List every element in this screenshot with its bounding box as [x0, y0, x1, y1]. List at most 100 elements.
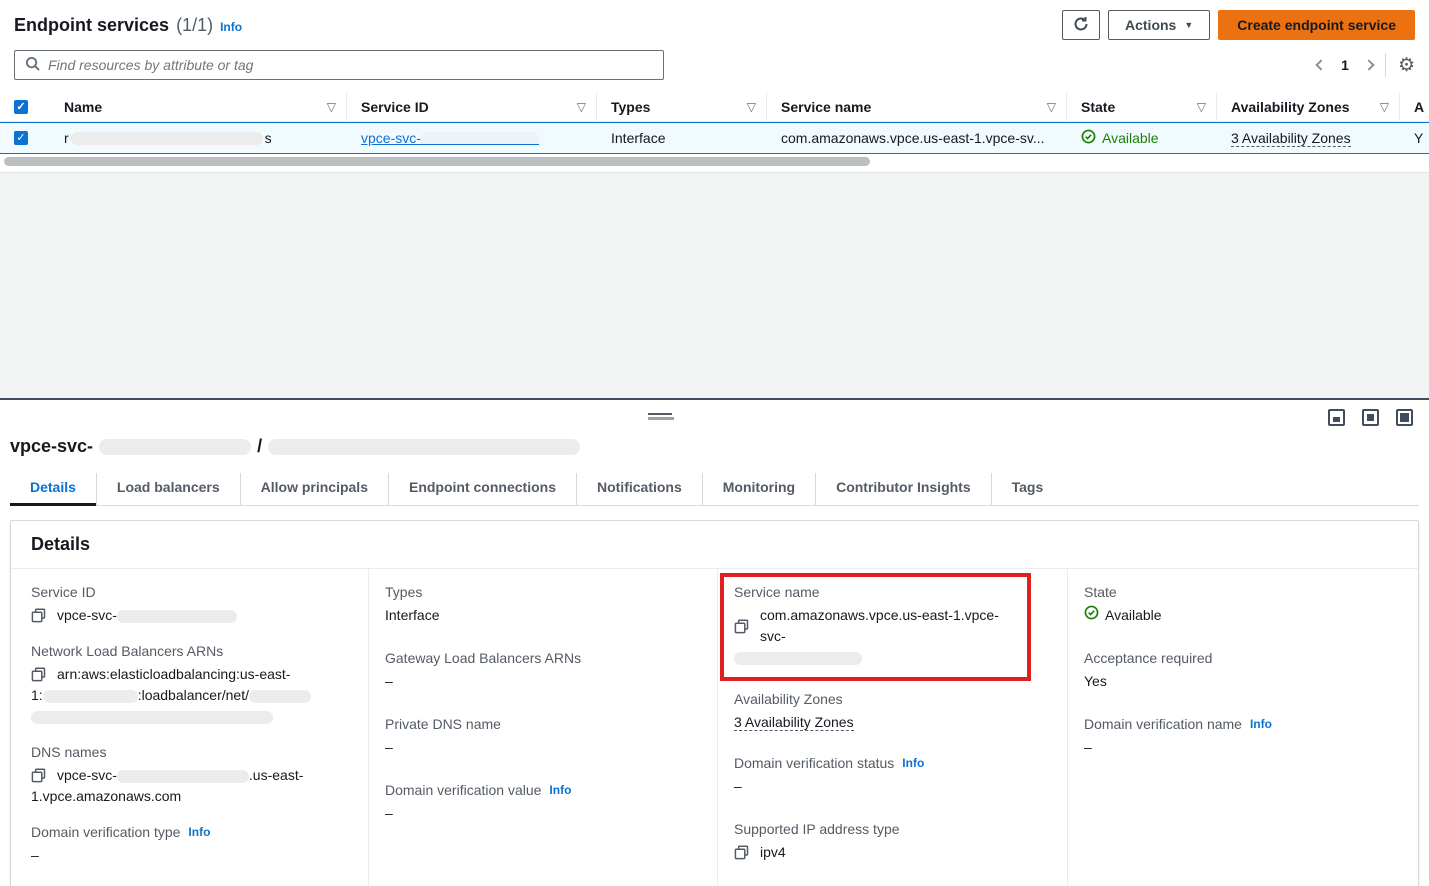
- select-all-checkbox[interactable]: ✓: [14, 100, 28, 114]
- service-id-link[interactable]: vpce-svc-: [361, 130, 421, 146]
- header-info-link[interactable]: Info: [220, 20, 242, 34]
- availability-zones-popover-trigger[interactable]: 3 Availability Zones: [734, 714, 854, 731]
- dns-names-field: DNS names vpce-svc-.us-east- 1.vpce.amaz…: [31, 744, 352, 807]
- details-card-heading: Details: [11, 521, 1418, 569]
- filter-icon[interactable]: ▽: [1197, 100, 1206, 114]
- table-header-row: ✓ Name▽ Service ID▽ Types▽ Service name▽…: [0, 92, 1429, 122]
- row-checkbox[interactable]: ✓: [14, 131, 28, 145]
- column-header-types[interactable]: Types▽: [597, 92, 767, 121]
- refresh-icon: [1073, 16, 1089, 35]
- settings-gear-icon[interactable]: ⚙: [1398, 56, 1415, 75]
- filter-icon[interactable]: ▽: [577, 100, 586, 114]
- details-column-1: Service ID vpce-svc- Network Load Balanc…: [11, 569, 368, 886]
- info-link[interactable]: Info: [902, 756, 924, 770]
- row-acceptance-cell: Y: [1400, 123, 1429, 153]
- redacted-name: [71, 132, 263, 145]
- info-link[interactable]: Info: [188, 825, 210, 839]
- service-name-field: Service name com.amazonaws.vpce.us-east-…: [734, 584, 1017, 668]
- availability-zones-popover-trigger[interactable]: 3 Availability Zones: [1231, 130, 1351, 147]
- column-header-service-name[interactable]: Service name▽: [767, 92, 1067, 121]
- private-dns-name-field: Private DNS name –: [385, 716, 701, 758]
- tab-monitoring[interactable]: Monitoring: [703, 473, 816, 505]
- column-header-acceptance[interactable]: A: [1400, 92, 1429, 121]
- redacted-service-id: [421, 132, 539, 145]
- resource-counter: (1/1): [176, 15, 213, 36]
- domain-verification-name-field: Domain verification nameInfo –: [1084, 716, 1402, 758]
- copy-icon[interactable]: [31, 608, 46, 623]
- glb-arns-field: Gateway Load Balancers ARNs –: [385, 650, 701, 692]
- column-header-availability-zones[interactable]: Availability Zones▽: [1217, 92, 1400, 121]
- split-panel-drag-handle[interactable]: [648, 413, 674, 420]
- info-link[interactable]: Info: [549, 783, 571, 797]
- column-header-service-id[interactable]: Service ID▽: [347, 92, 597, 121]
- copy-icon[interactable]: [31, 768, 46, 783]
- redacted-value: [31, 711, 273, 724]
- availability-zones-field: Availability Zones 3 Availability Zones: [734, 691, 1051, 733]
- copy-icon[interactable]: [734, 619, 749, 634]
- check-circle-icon: [1084, 605, 1099, 626]
- tab-notifications[interactable]: Notifications: [577, 473, 703, 505]
- row-service-name-cell: com.amazonaws.vpce.us-east-1.vpce-sv...: [767, 123, 1067, 153]
- nlb-arns-field: Network Load Balancers ARNs arn:aws:elas…: [31, 643, 352, 727]
- column-header-name[interactable]: Name▽: [50, 92, 347, 121]
- filter-icon[interactable]: ▽: [1047, 100, 1056, 114]
- supported-ip-field: Supported IP address type ipv4: [734, 821, 1051, 863]
- types-field: Types Interface: [385, 584, 701, 626]
- search-input[interactable]: [48, 57, 653, 73]
- state-field: State Available: [1084, 584, 1402, 626]
- domain-verification-status-field: Domain verification statusInfo –: [734, 755, 1051, 797]
- divider: [1385, 53, 1386, 77]
- panel-size-full-icon[interactable]: [1396, 409, 1413, 426]
- previous-page-icon[interactable]: [1315, 59, 1326, 70]
- details-column-3: Service name com.amazonaws.vpce.us-east-…: [717, 569, 1067, 886]
- tab-strip: Details Load balancers Allow principals …: [10, 473, 1419, 506]
- redacted-value: [117, 770, 249, 783]
- domain-verification-type-field: Domain verification typeInfo –: [31, 824, 352, 866]
- tab-allow-principals[interactable]: Allow principals: [241, 473, 389, 505]
- next-page-icon[interactable]: [1363, 59, 1374, 70]
- copy-icon[interactable]: [734, 845, 749, 860]
- tab-contributor-insights[interactable]: Contributor Insights: [816, 473, 992, 505]
- endpoint-services-table: ✓ Name▽ Service ID▽ Types▽ Service name▽…: [0, 92, 1429, 166]
- info-link[interactable]: Info: [1250, 717, 1272, 731]
- endpoint-services-list-section: Endpoint services (1/1) Info Actions ▼ C…: [0, 0, 1429, 166]
- panel-size-half-icon[interactable]: [1362, 409, 1379, 426]
- tab-tags[interactable]: Tags: [992, 473, 1064, 505]
- filter-icon[interactable]: ▽: [747, 100, 756, 114]
- check-circle-icon: [1081, 129, 1096, 147]
- actions-button[interactable]: Actions ▼: [1108, 10, 1210, 40]
- filter-icon[interactable]: ▽: [1380, 100, 1389, 114]
- horizontal-scrollbar: [0, 157, 1429, 166]
- copy-icon[interactable]: [31, 667, 46, 682]
- search-box[interactable]: [14, 50, 664, 80]
- panel-position-bottom-icon[interactable]: [1328, 409, 1345, 426]
- page-title: Endpoint services: [14, 15, 169, 36]
- service-name-highlight-box: Service name com.amazonaws.vpce.us-east-…: [720, 573, 1031, 681]
- refresh-button[interactable]: [1062, 10, 1100, 40]
- column-header-state[interactable]: State▽: [1067, 92, 1217, 121]
- horizontal-scrollbar-thumb[interactable]: [4, 157, 870, 166]
- tab-endpoint-connections[interactable]: Endpoint connections: [389, 473, 577, 505]
- search-icon: [25, 56, 40, 74]
- redacted-value: [249, 690, 311, 703]
- panel-title: vpce-svc- /: [10, 436, 1429, 457]
- row-service-id-cell: vpce-svc-: [347, 123, 597, 153]
- row-types-cell: Interface: [597, 123, 767, 153]
- create-endpoint-service-button[interactable]: Create endpoint service: [1218, 10, 1415, 40]
- redacted-value: [117, 610, 237, 623]
- tab-load-balancers[interactable]: Load balancers: [97, 473, 241, 505]
- acceptance-required-field: Acceptance required Yes: [1084, 650, 1402, 692]
- details-column-4: State Available Acceptance required Yes: [1067, 569, 1418, 886]
- details-card: Details Service ID vpce-svc- Netw: [10, 520, 1419, 886]
- split-panel: vpce-svc- / Details Load balancers Allow…: [0, 398, 1429, 886]
- service-id-field: Service ID vpce-svc-: [31, 584, 352, 626]
- actions-button-label: Actions: [1125, 17, 1176, 33]
- filter-icon[interactable]: ▽: [327, 100, 336, 114]
- page-number[interactable]: 1: [1341, 57, 1349, 73]
- empty-area: [0, 172, 1429, 398]
- redacted-value: [734, 652, 862, 665]
- row-state-cell: Available: [1067, 123, 1217, 153]
- tab-details[interactable]: Details: [10, 473, 97, 505]
- redacted-account-id: [43, 690, 138, 703]
- table-row[interactable]: ✓ r s vpce-svc- Interface com.amazonaws.…: [0, 122, 1429, 154]
